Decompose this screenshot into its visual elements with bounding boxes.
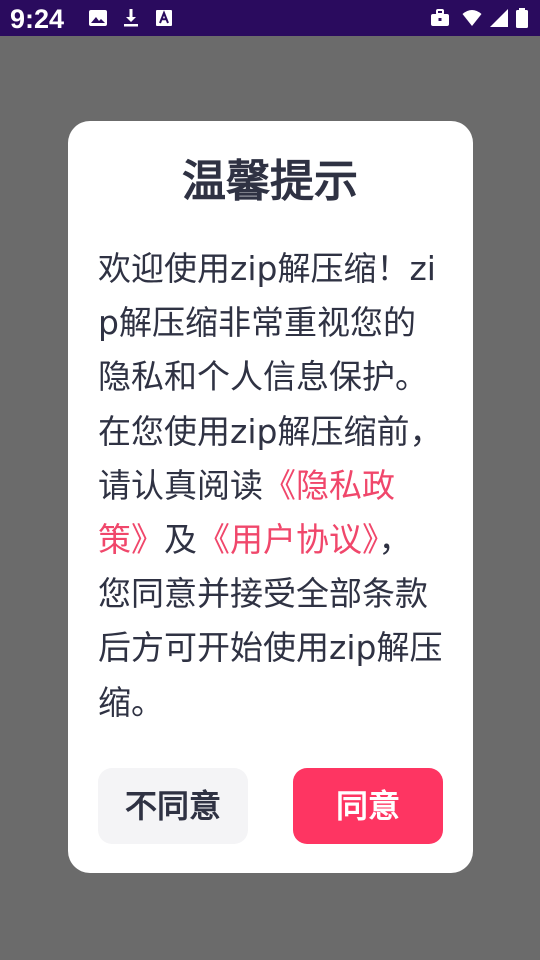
text-a-icon <box>156 10 172 26</box>
status-bar: 9:24 <box>0 0 540 36</box>
disagree-button[interactable]: 不同意 <box>98 768 248 844</box>
signal-icon <box>490 9 508 27</box>
dialog-title: 温馨提示 <box>182 156 358 207</box>
battery-icon <box>516 8 528 28</box>
agree-button[interactable]: 同意 <box>293 768 443 844</box>
status-time: 9:24 <box>10 4 65 34</box>
download-icon <box>124 9 138 27</box>
image-icon <box>89 10 107 26</box>
wifi-icon <box>462 10 482 26</box>
briefcase-icon <box>431 9 449 26</box>
body-text-and: 及 <box>164 520 197 560</box>
screen: 9:24 温馨提示 欢迎使用zip解压缩！zip解压缩非常重视您的隐私和个人信息… <box>0 0 540 960</box>
dialog-body: 欢迎使用zip解压缩！zip解压缩非常重视您的隐私和个人信息保护。在您使用zip… <box>98 242 444 730</box>
user-agreement-link[interactable]: 《用户协议》 <box>197 520 379 559</box>
